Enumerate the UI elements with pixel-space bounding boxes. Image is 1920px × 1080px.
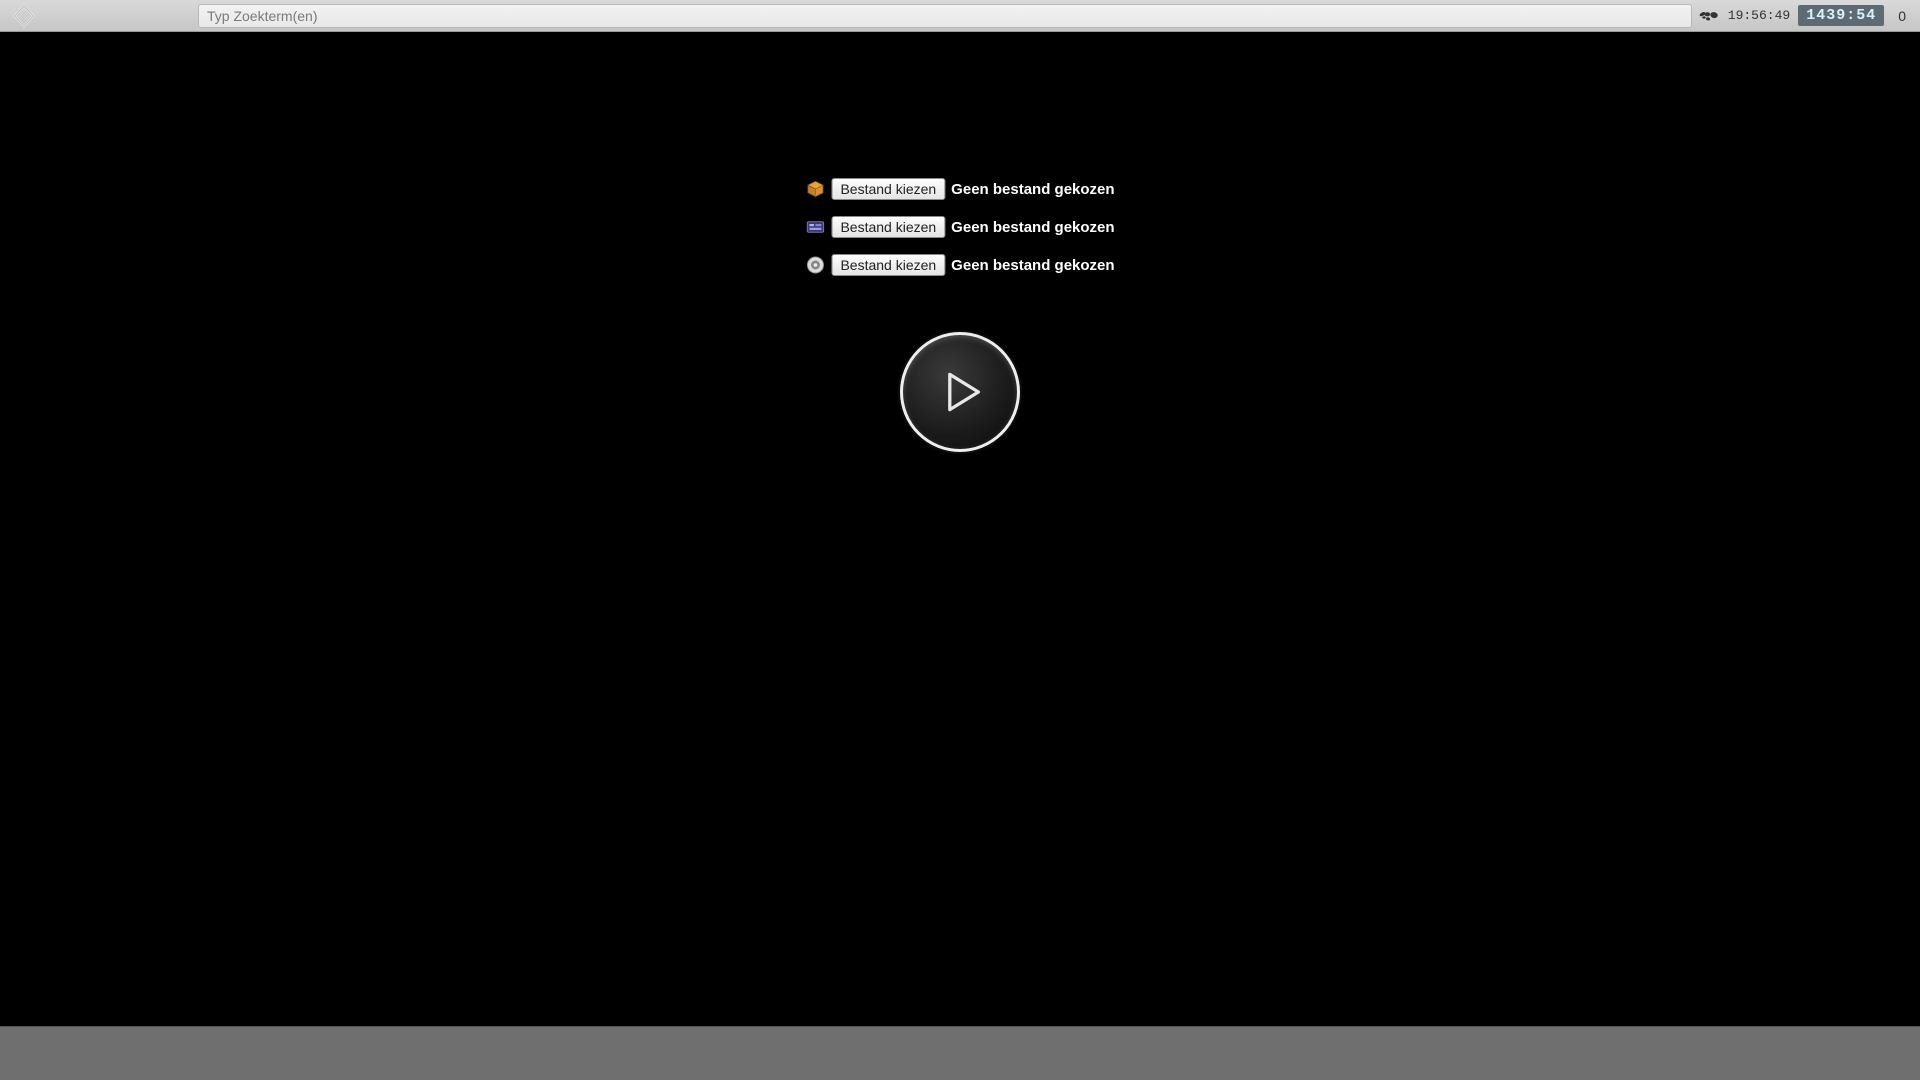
file-status-label: Geen bestand gekozen	[951, 257, 1114, 274]
clock-label: 19:56:49	[1728, 8, 1790, 23]
choose-file-button[interactable]: Bestand kiezen	[831, 254, 945, 276]
search-field[interactable]	[198, 4, 1692, 28]
counter-label: 0	[1892, 8, 1912, 24]
texture-icon	[805, 217, 825, 237]
cube-icon	[805, 179, 825, 199]
file-row-texture: Bestand kiezen Geen bestand gekozen	[805, 216, 1114, 238]
file-picker-group: Bestand kiezen Geen bestand gekozen Best…	[805, 178, 1114, 276]
world-map-icon[interactable]	[1698, 9, 1720, 23]
file-row-audio: Bestand kiezen Geen bestand gekozen	[805, 254, 1114, 276]
main-stage: Bestand kiezen Geen bestand gekozen Best…	[0, 32, 1920, 1026]
app-logo[interactable]	[0, 0, 48, 32]
file-status-label: Geen bestand gekozen	[951, 181, 1114, 198]
choose-file-button[interactable]: Bestand kiezen	[831, 216, 945, 238]
choose-file-button[interactable]: Bestand kiezen	[831, 178, 945, 200]
countdown-timer[interactable]: 1439:54	[1798, 5, 1884, 26]
play-button[interactable]	[900, 332, 1020, 452]
search-input[interactable]	[207, 8, 1683, 24]
file-row-model: Bestand kiezen Geen bestand gekozen	[805, 178, 1114, 200]
logo-icon	[11, 3, 37, 29]
disc-icon	[805, 255, 825, 275]
file-status-label: Geen bestand gekozen	[951, 219, 1114, 236]
top-bar: 19:56:49 1439:54 0	[0, 0, 1920, 32]
play-icon	[941, 370, 985, 414]
bottom-bar	[0, 1026, 1920, 1080]
topbar-right-cluster: 19:56:49 1439:54 0	[1698, 0, 1920, 31]
